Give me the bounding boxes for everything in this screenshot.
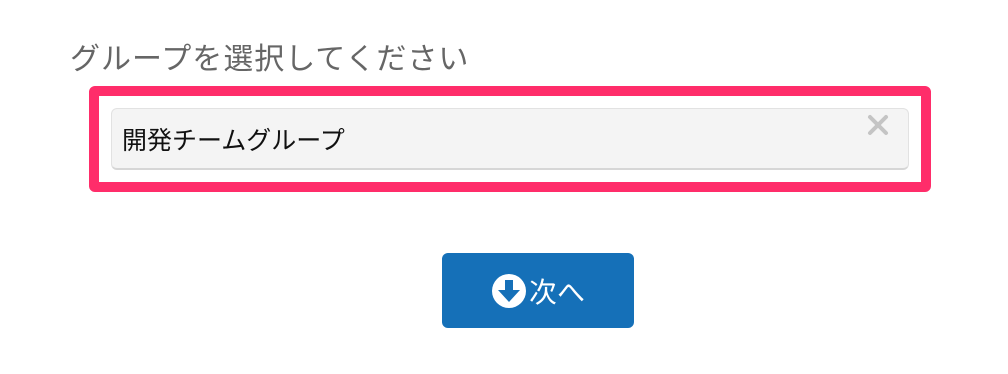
arrow-down-circle-icon <box>491 273 527 309</box>
selected-group-value: 開発チームグループ <box>122 126 345 155</box>
group-select[interactable]: 開発チームグループ <box>111 108 909 170</box>
next-button[interactable]: 次へ <box>442 253 634 328</box>
group-selection-page: グループを選択してください 開発チームグループ 次へ <box>0 0 1008 374</box>
page-prompt: グループを選択してください <box>70 42 470 77</box>
close-icon[interactable] <box>866 113 890 137</box>
next-button-label: 次へ <box>528 275 585 309</box>
